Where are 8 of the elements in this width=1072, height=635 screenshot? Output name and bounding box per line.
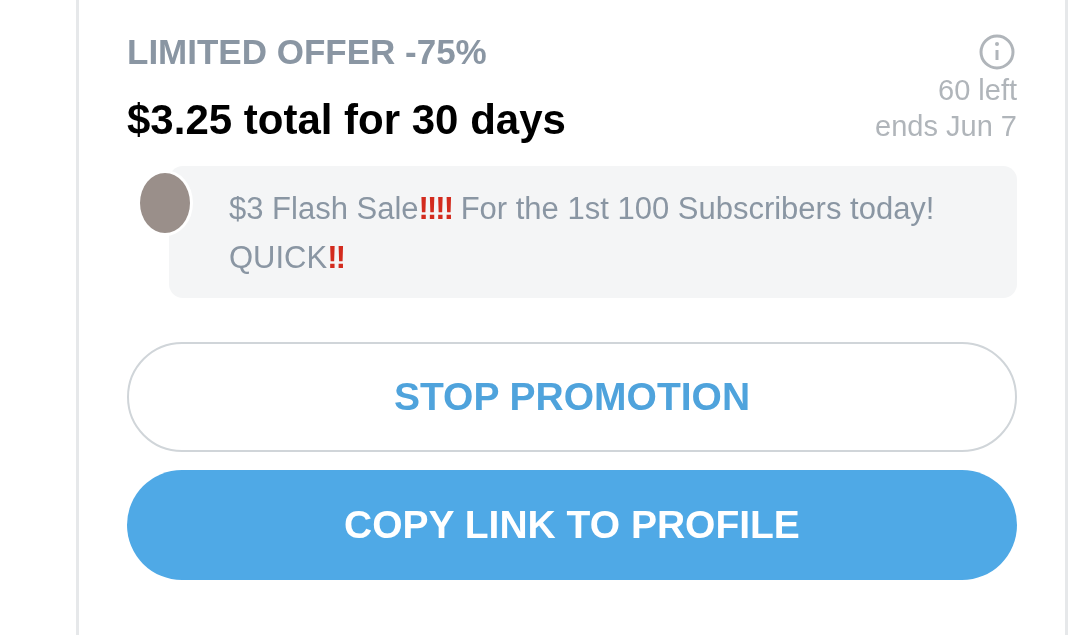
copy-link-button[interactable]: COPY LINK TO PROFILE: [127, 470, 1017, 580]
remaining-count: 60 left: [938, 73, 1017, 108]
stop-promotion-button[interactable]: STOP PROMOTION: [127, 342, 1017, 452]
end-date: ends Jun 7: [875, 109, 1017, 144]
info-icon[interactable]: [977, 32, 1017, 72]
offer-price: $3.25 total for 30 days: [127, 96, 566, 144]
offer-label: LIMITED OFFER -75%: [127, 32, 488, 72]
promo-message: $3 Flash Sale‼‼ For the 1st 100 Subscribers today! QUICK‼: [229, 190, 936, 277]
